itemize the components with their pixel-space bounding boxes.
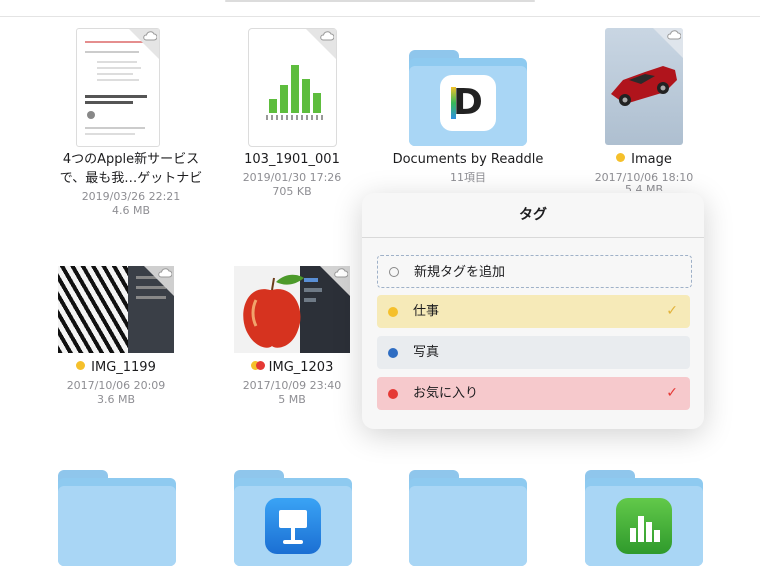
file-item-img-1199[interactable]: IMG_1199 2017/10/06 20:09 3.6 MB bbox=[28, 266, 204, 406]
cloud-download-icon bbox=[144, 266, 174, 296]
file-item-numbers[interactable]: 103_1901_001 2019/01/30 17:26 705 KB bbox=[204, 28, 380, 203]
file-size: 5 MB bbox=[278, 393, 306, 406]
file-size: 4.6 MB bbox=[111, 204, 151, 217]
folder-icon[interactable] bbox=[58, 470, 176, 566]
cloud-download-icon bbox=[306, 29, 336, 59]
file-date: 2019/01/30 17:26 bbox=[242, 171, 342, 184]
toolbar-segment bbox=[225, 0, 535, 2]
file-date: 2017/10/09 23:40 bbox=[242, 379, 342, 392]
file-item-article[interactable]: 4つのApple新サービス で、最も我…ゲットナビ 2019/03/26 22:… bbox=[43, 28, 219, 218]
tag-dot-yellow bbox=[388, 307, 398, 317]
checkmark-icon: ✓ bbox=[666, 303, 678, 319]
tag-row-work[interactable]: 仕事 ✓ bbox=[377, 295, 690, 328]
file-name: Image bbox=[556, 150, 732, 169]
tag-popup: タグ 新規タグを追加 仕事 ✓ 写真 お気に入り ✓ bbox=[362, 193, 704, 429]
add-new-tag-button[interactable]: 新規タグを追加 bbox=[377, 255, 692, 288]
documents-app-icon: D bbox=[440, 75, 496, 131]
folder-name: Documents by Readdle bbox=[392, 152, 544, 167]
tag-row-favorites[interactable]: お気に入り ✓ bbox=[377, 377, 690, 410]
tag-dot-red bbox=[388, 389, 398, 399]
toolbar bbox=[0, 0, 760, 17]
image-thumbnail bbox=[234, 266, 350, 353]
file-size: 5.4 MB bbox=[624, 183, 664, 191]
folder-item-documents[interactable]: D Documents by Readdle 11項目 bbox=[380, 50, 556, 190]
file-name: IMG_1203 bbox=[204, 358, 380, 377]
file-name: IMG_1199 bbox=[28, 358, 204, 377]
cloud-download-icon bbox=[653, 28, 683, 58]
tag-label: 写真 bbox=[413, 345, 440, 360]
file-item-image[interactable]: Image 2017/10/06 18:10 5.4 MB bbox=[556, 28, 732, 203]
tag-dot-yellow bbox=[76, 361, 86, 370]
tag-row-photo[interactable]: 写真 bbox=[377, 336, 690, 369]
folder-icon[interactable] bbox=[409, 470, 527, 566]
file-size: 3.6 MB bbox=[96, 393, 136, 406]
file-date: 2017/10/06 20:09 bbox=[66, 379, 166, 392]
checkmark-icon: ✓ bbox=[666, 385, 678, 401]
file-name-line2: で、最も我…ゲットナビ bbox=[59, 171, 203, 186]
cloud-download-icon bbox=[129, 29, 159, 59]
numbers-app-icon bbox=[248, 28, 337, 147]
image-thumbnail bbox=[58, 266, 174, 353]
tag-dot-blue bbox=[388, 348, 398, 358]
folder-item-count: 11項目 bbox=[450, 171, 486, 184]
tag-label: お気に入り bbox=[413, 386, 479, 401]
file-name-line1: 4つのApple新サービス bbox=[62, 152, 200, 167]
empty-circle-icon bbox=[389, 267, 399, 277]
keynote-app-icon bbox=[265, 498, 321, 554]
file-name: 103_1901_001 bbox=[244, 152, 340, 167]
document-thumbnail bbox=[76, 28, 160, 147]
file-size: 705 KB bbox=[272, 185, 312, 198]
tag-dot-yellow bbox=[616, 153, 626, 162]
file-item-img-1203[interactable]: IMG_1203 2017/10/09 23:40 5 MB bbox=[204, 266, 380, 406]
tag-dots bbox=[250, 361, 265, 370]
image-thumbnail bbox=[605, 28, 683, 145]
cloud-download-icon bbox=[320, 266, 350, 296]
popup-title: タグ bbox=[362, 193, 704, 238]
keynote-folder[interactable] bbox=[234, 470, 352, 566]
numbers-folder[interactable] bbox=[585, 470, 703, 566]
numbers-app-icon bbox=[616, 498, 672, 554]
add-new-tag-label: 新規タグを追加 bbox=[414, 265, 506, 280]
folder-icon: D bbox=[409, 50, 527, 146]
file-date: 2019/03/26 22:21 bbox=[81, 190, 181, 203]
tag-label: 仕事 bbox=[413, 304, 440, 319]
